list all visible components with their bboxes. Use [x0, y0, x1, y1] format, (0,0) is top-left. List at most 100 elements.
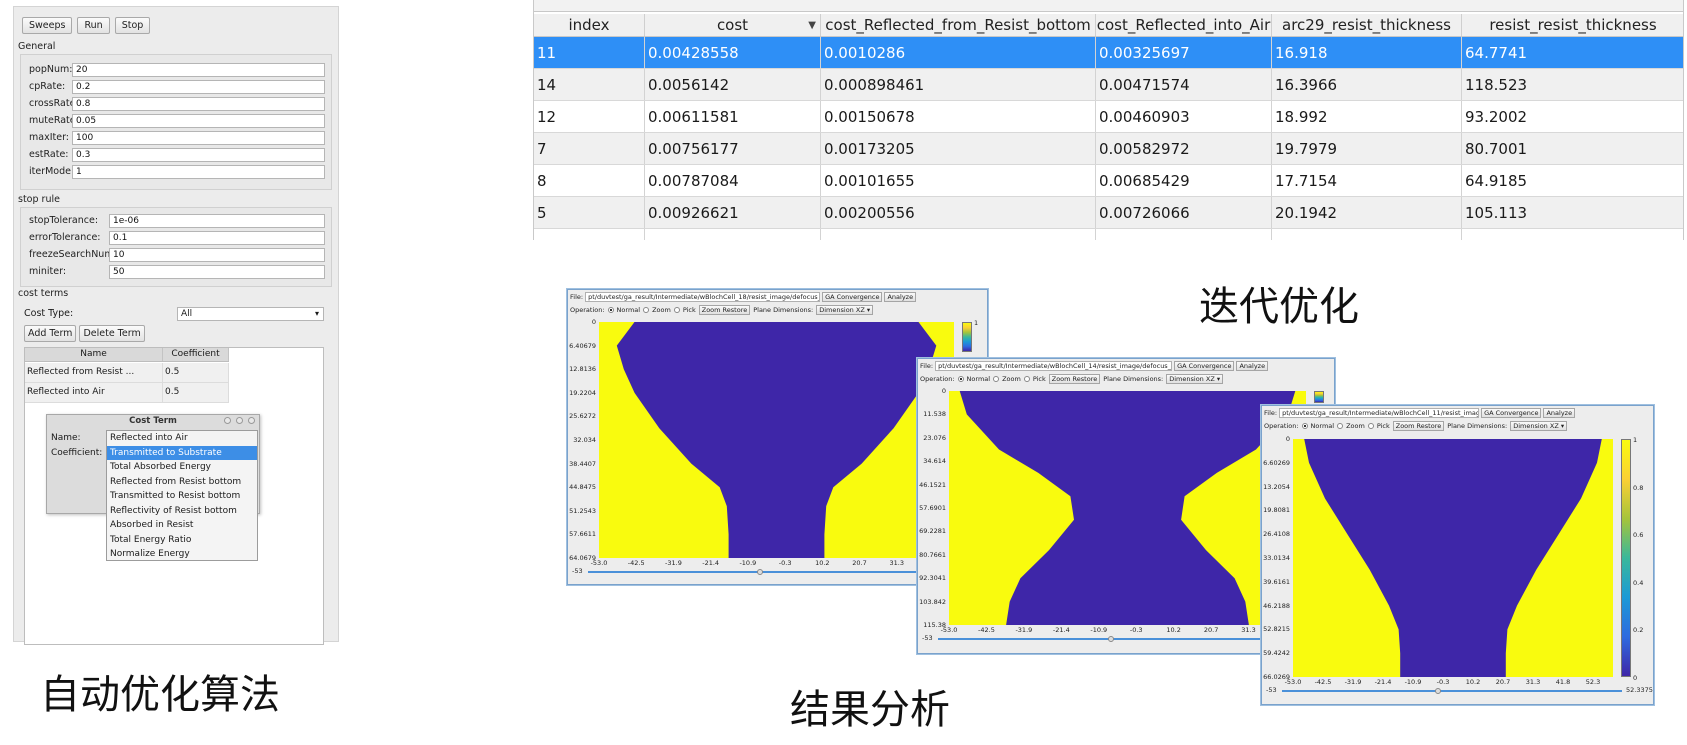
cell-reflected-bottom: 0.00173205: [821, 133, 1096, 164]
dropdown-option[interactable]: Absorbed in Resist: [107, 518, 257, 533]
dropdown-option[interactable]: Total Energy Ratio: [107, 533, 257, 548]
slider-handle[interactable]: [756, 569, 763, 575]
dropdown-option[interactable]: Reflected from Resist bottom: [107, 475, 257, 490]
analyze-button[interactable]: Analyze: [1543, 408, 1576, 418]
plane-dimensions-select[interactable]: Dimension XZ ▾: [816, 305, 874, 315]
table-row[interactable]: 14 0.0056142 0.000898461 0.00471574 16.3…: [534, 69, 1683, 101]
mode-radio-pick[interactable]: [1367, 423, 1374, 429]
mode-label-normal: Normal: [1310, 422, 1335, 430]
operation-row: Operation: Normal Zoom Pick Zoom Restore Plan…: [570, 305, 874, 315]
ga-convergence-button[interactable]: GA Convergence: [1481, 408, 1542, 418]
cell-arc29-thickness: 16.918: [1272, 37, 1462, 68]
dropdown-option[interactable]: Normalize Energy: [107, 547, 257, 562]
depth-slider[interactable]: [1282, 690, 1622, 692]
x-tick-label: 20.7: [1495, 678, 1511, 686]
zoom-restore-button[interactable]: Zoom Restore: [698, 305, 751, 315]
table-row[interactable]: 8 0.00787084 0.00101655 0.00685429 17.71…: [534, 165, 1683, 197]
table-row[interactable]: 7 0.00756177 0.00173205 0.00582972 19.79…: [534, 133, 1683, 165]
plane-dimensions-select[interactable]: Dimension XZ ▾: [1166, 374, 1224, 384]
itermode-input[interactable]: 1: [72, 164, 325, 179]
dropdown-option[interactable]: Reflectivity of Resist bottom: [107, 504, 257, 519]
y-tick-label: 57.6611: [569, 530, 596, 539]
colorbar-tick-label: 0.6: [1633, 531, 1644, 540]
dropdown-option[interactable]: Transmitted to Resist bottom: [107, 489, 257, 504]
term-coefficient-cell: 0.5: [163, 363, 229, 382]
mode-radio-zoom[interactable]: [993, 376, 1000, 382]
mode-radio-pick[interactable]: [673, 307, 680, 313]
miniter-input[interactable]: 50: [109, 264, 325, 279]
mode-radio-normal[interactable]: [607, 307, 614, 313]
y-tick-label: 103.842: [919, 597, 946, 606]
resist-profile-plot[interactable]: [949, 391, 1306, 625]
x-tick-label: -21.4: [702, 559, 720, 567]
x-tick-label: 52.3: [1585, 678, 1601, 686]
errortolerance-input[interactable]: 0.1: [109, 230, 325, 245]
results-table: index cost ▼ cost_Reflected_from_Resist_b…: [533, 0, 1684, 240]
y-tick-label: 52.8215: [1263, 625, 1290, 634]
dropdown-option[interactable]: Transmitted to Substrate: [107, 445, 257, 460]
cost-term-name-dropdown[interactable]: Reflected into Air Transmitted to Substr…: [106, 430, 258, 561]
depth-slider[interactable]: [588, 571, 963, 573]
stop-button[interactable]: Stop: [114, 17, 151, 34]
analyze-button[interactable]: Analyze: [884, 292, 917, 302]
cost-type-select[interactable]: All ▾: [177, 307, 324, 321]
estrate-input[interactable]: 0.3: [72, 147, 325, 162]
ga-convergence-button[interactable]: GA Convergence: [822, 292, 883, 302]
depth-slider[interactable]: [938, 638, 1315, 640]
x-tick-label: 10.2: [1166, 626, 1181, 634]
column-header-index[interactable]: index: [534, 14, 645, 36]
cprate-input[interactable]: 0.2: [72, 79, 325, 94]
slider-handle[interactable]: [1435, 688, 1441, 694]
column-header-resist-thickness[interactable]: resist_resist_thickness: [1462, 14, 1683, 36]
column-header-name[interactable]: Name: [25, 348, 163, 361]
mode-radio-pick[interactable]: [1023, 376, 1030, 382]
y-tick-label: 51.2543: [569, 506, 596, 515]
popnum-input[interactable]: 20: [72, 62, 325, 77]
delete-term-button[interactable]: Delete Term: [79, 325, 145, 342]
resist-profile-plot[interactable]: [599, 322, 954, 558]
table-row[interactable]: 11 0.00428558 0.0010286 0.00325697 16.91…: [534, 37, 1683, 69]
table-row[interactable]: 12 0.00611581 0.00150678 0.00460903 18.9…: [534, 101, 1683, 133]
close-icon[interactable]: [248, 417, 255, 424]
minimize-icon[interactable]: [224, 417, 231, 424]
mode-label-pick: Pick: [682, 306, 696, 314]
x-tick-label: 20.7: [852, 559, 867, 567]
sweeps-button[interactable]: Sweeps: [22, 17, 73, 34]
table-row[interactable]: Reflected from Resist ... 0.5: [25, 363, 229, 383]
crossrate-input[interactable]: 0.8: [72, 96, 325, 111]
table-row[interactable]: Reflected into Air 0.5: [25, 383, 229, 403]
column-header-reflected-bottom[interactable]: cost_Reflected_from_Resist_bottom: [821, 14, 1096, 36]
analyze-button[interactable]: Analyze: [1236, 361, 1269, 371]
column-header-arc29-thickness[interactable]: arc29_resist_thickness: [1272, 14, 1462, 36]
file-path-field[interactable]: pt/duvtest/ga_result/Intermediate/wBloch…: [585, 292, 821, 302]
slider-handle[interactable]: [1107, 636, 1114, 642]
zoom-restore-button[interactable]: Zoom Restore: [1392, 421, 1445, 431]
zoom-restore-button[interactable]: Zoom Restore: [1048, 374, 1101, 384]
cell-cost: 0.0056142: [645, 69, 821, 100]
stoptolerance-input[interactable]: 1e-06: [109, 213, 325, 228]
maximize-icon[interactable]: [236, 417, 243, 424]
sort-descending-icon: ▼: [808, 20, 816, 31]
column-header-cost[interactable]: cost ▼: [645, 14, 821, 36]
freezesearchnum-input[interactable]: 10: [109, 247, 325, 262]
mode-radio-normal[interactable]: [1301, 423, 1308, 429]
dropdown-option[interactable]: Total Absorbed Energy: [107, 460, 257, 475]
y-tick-label: 57.6901: [919, 504, 946, 512]
mode-radio-normal[interactable]: [957, 376, 964, 382]
mode-radio-zoom[interactable]: [643, 307, 650, 313]
file-path-field[interactable]: pt/duvtest/ga_result/Intermediate/wBloch…: [1279, 408, 1480, 418]
maxiter-input[interactable]: 100: [72, 130, 325, 145]
column-header-coefficient[interactable]: Coefficient: [163, 348, 229, 361]
table-row[interactable]: 5 0.00926621 0.00200556 0.00726066 20.19…: [534, 197, 1683, 229]
run-button[interactable]: Run: [77, 17, 110, 34]
plane-dimensions-select[interactable]: Dimension XZ ▾: [1510, 421, 1568, 431]
column-header-reflected-air[interactable]: cost_Reflected_into_Air: [1096, 14, 1272, 36]
add-term-button[interactable]: Add Term: [24, 325, 77, 342]
dropdown-current-value[interactable]: Reflected into Air: [107, 431, 257, 446]
resist-profile-plot[interactable]: [1293, 439, 1613, 677]
file-path-field[interactable]: pt/duvtest/ga_result/Intermediate/wBloch…: [935, 361, 1173, 371]
ga-convergence-button[interactable]: GA Convergence: [1174, 361, 1235, 371]
colorbar-tick-label: 0.8: [1633, 483, 1644, 492]
mode-radio-zoom[interactable]: [1337, 423, 1344, 429]
muterate-input[interactable]: 0.05: [72, 113, 325, 128]
